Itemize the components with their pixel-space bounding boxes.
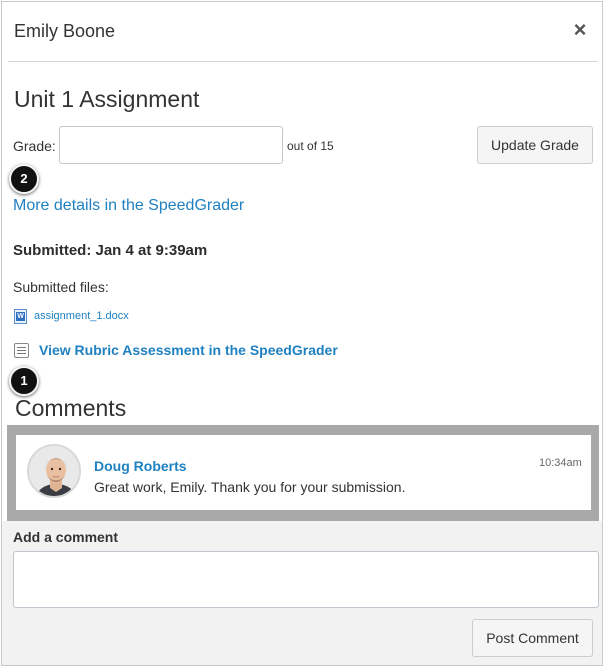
user-avatar [27, 444, 81, 498]
comment-timestamp: 10:34am [539, 457, 582, 469]
dialog-header: Emily Boone × [2, 2, 602, 62]
word-document-icon: W [14, 308, 27, 324]
add-comment-panel: Add a comment Post Comment [2, 521, 602, 665]
submitted-file-link[interactable]: assignment_1.docx [34, 310, 129, 322]
student-name-title: Emily Boone [14, 21, 116, 41]
comment-text: Great work, Emily. Thank you for your su… [94, 479, 406, 495]
comments-heading: Comments [15, 395, 127, 421]
rubric-assessment-row[interactable]: View Rubric Assessment in the SpeedGrade… [14, 341, 338, 359]
grade-label: Grade: [13, 138, 56, 154]
comment-textarea[interactable] [13, 551, 599, 608]
grade-input[interactable] [59, 126, 283, 164]
post-comment-button[interactable]: Post Comment [472, 619, 593, 657]
update-grade-button[interactable]: Update Grade [477, 126, 593, 164]
rubric-list-icon [14, 342, 29, 358]
comment-author-link[interactable]: Doug Roberts [94, 458, 187, 474]
add-comment-label: Add a comment [13, 529, 119, 545]
points-possible: out of 15 [287, 139, 334, 153]
header-divider [8, 61, 598, 62]
comments-list: Doug Roberts Great work, Emily. Thank yo… [7, 425, 599, 521]
submitted-timestamp: Submitted: Jan 4 at 9:39am [13, 242, 208, 259]
close-icon[interactable]: × [570, 19, 590, 41]
callout-badge-2: 2 [9, 164, 39, 194]
callout-badge-1: 1 [9, 366, 39, 396]
submitted-files-label: Submitted files: [13, 279, 109, 295]
grade-dialog: Emily Boone × Unit 1 Assignment Grade: o… [1, 1, 603, 666]
view-rubric-link[interactable]: View Rubric Assessment in the SpeedGrade… [39, 342, 338, 358]
assignment-title: Unit 1 Assignment [14, 86, 200, 112]
speedgrader-details-link[interactable]: More details in the SpeedGrader [13, 197, 244, 215]
comment-item: Doug Roberts Great work, Emily. Thank yo… [16, 435, 591, 510]
submitted-file-item[interactable]: W assignment_1.docx [14, 308, 129, 324]
